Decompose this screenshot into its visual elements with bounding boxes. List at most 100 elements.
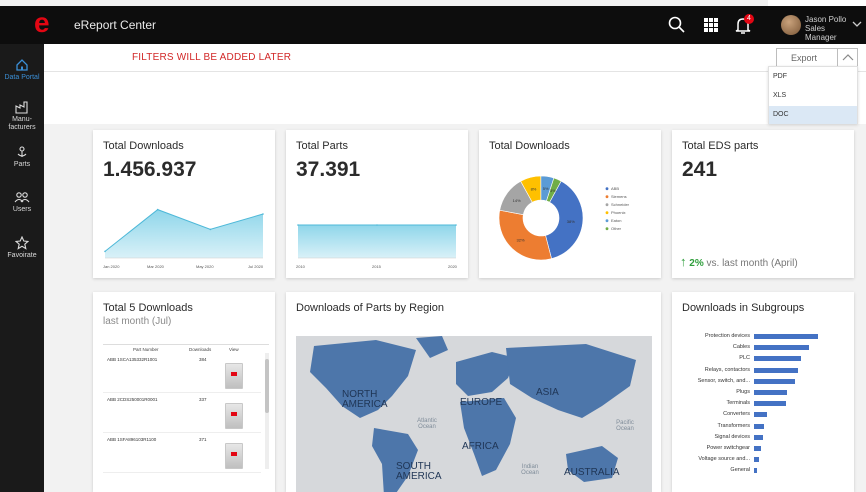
south-america-shape[interactable] (372, 428, 418, 492)
bar-category-label: Signal devices (714, 433, 750, 440)
legend-label[interactable]: Other (611, 226, 622, 231)
data-point[interactable] (297, 224, 299, 226)
apps-grid-icon[interactable] (700, 14, 722, 36)
legend-swatch (605, 227, 609, 231)
bar[interactable] (754, 345, 810, 351)
card-title: Total Parts (296, 140, 348, 152)
chevron-up-icon (842, 54, 854, 61)
chevron-down-icon[interactable] (852, 20, 862, 28)
sidebar-item-label: Parts (13, 161, 31, 168)
column-header[interactable]: View (229, 347, 239, 352)
user-name: Jason Pollo (805, 15, 847, 24)
legend-label[interactable]: Eaton (611, 218, 621, 223)
export-dropdown[interactable]: Export (776, 48, 858, 68)
data-point[interactable] (376, 224, 378, 226)
card-total-parts: Total Parts 37.391 2010 2015 2020 (286, 130, 468, 278)
sidebar: Data Portal Manu-facturers Parts Users F… (0, 44, 44, 492)
table-row[interactable]: ABB 1SFA896103R1100 371 (103, 433, 261, 473)
bar-category-label: Power switchgear (706, 445, 750, 451)
asia-shape[interactable] (506, 344, 636, 418)
area-fill (105, 209, 263, 258)
region-label: SOUTH AMERICA (396, 461, 442, 482)
bar-category-label: Sensor, switch, and... (697, 377, 750, 384)
table-row[interactable]: ABB 1SCA135332R1001 384 (103, 353, 261, 393)
region-label: ASIA (536, 387, 559, 398)
column-header[interactable]: Part Number (133, 347, 159, 352)
data-point[interactable] (209, 228, 212, 231)
bar[interactable] (754, 434, 763, 440)
part-image[interactable] (225, 363, 243, 389)
region-label: AFRICA (462, 441, 499, 452)
brand-logo[interactable]: e (34, 9, 64, 37)
africa-shape[interactable] (460, 398, 516, 476)
parts-icon (17, 146, 27, 157)
export-option-xls[interactable]: XLS (769, 87, 857, 105)
card-total-downloads: Total Downloads 1.456.937 Jan 2020 Mar 2… (93, 130, 275, 278)
pie-slice[interactable] (498, 209, 552, 261)
card-downloads-pie: Total Downloads 38% 32% 14% 8% 5% 3% ABB Siemen… (479, 130, 661, 278)
sidebar-item-parts[interactable]: Parts (0, 145, 44, 169)
export-option-pdf[interactable]: PDF (769, 68, 857, 86)
card-eds-parts: Total EDS parts 241 ↑ 2% vs. last month … (672, 130, 854, 278)
bar[interactable] (754, 446, 762, 451)
bar[interactable] (754, 423, 765, 429)
legend-label[interactable]: Siemens (611, 194, 627, 199)
bar[interactable] (754, 390, 788, 395)
bar[interactable] (754, 378, 795, 384)
data-point[interactable] (262, 213, 264, 215)
data-point[interactable] (104, 250, 106, 253)
bar-category-label: Converters (723, 411, 750, 418)
download-count: 371 (199, 437, 207, 442)
sidebar-item-users[interactable]: Users (0, 190, 44, 214)
bar[interactable] (754, 334, 818, 339)
x-tick-label: May 2020 (196, 264, 214, 269)
parts-area-chart: 2010 2015 2020 (296, 224, 458, 269)
legend-swatch (605, 195, 609, 199)
export-toggle[interactable] (837, 49, 857, 67)
part-image[interactable] (225, 443, 243, 469)
card-title: Total Downloads (489, 140, 570, 152)
part-number: ABB 1SFA896103R1100 (107, 437, 157, 442)
search-icon[interactable] (666, 14, 688, 36)
sidebar-item-manufacturers[interactable]: Manu-facturers (0, 100, 44, 132)
bar-category-label: Relays, contactors (704, 366, 750, 373)
bar[interactable] (754, 457, 760, 463)
greenland-shape[interactable] (416, 336, 448, 358)
legend-label[interactable]: Schneider (611, 202, 630, 207)
card-top5-downloads: Total 5 Downloads last month (Jul) Part … (93, 292, 275, 492)
data-point[interactable] (156, 208, 159, 211)
ocean-label: Atlantic Ocean (417, 418, 437, 430)
legend-swatch (605, 211, 609, 215)
bar-category-label: Voltage source and... (698, 456, 750, 463)
card-title: Total Downloads (103, 140, 184, 152)
bar[interactable] (754, 401, 786, 407)
column-header[interactable]: Downloads (189, 347, 211, 352)
avatar[interactable] (781, 15, 801, 35)
user-role: Sales Manager (805, 24, 837, 42)
part-image[interactable] (225, 403, 243, 429)
bar[interactable] (754, 412, 767, 418)
download-count: 337 (199, 397, 207, 402)
x-tick-label: Jul 2020 (248, 264, 264, 269)
data-point[interactable] (455, 224, 457, 226)
bar[interactable] (754, 367, 798, 373)
table-scrollbar[interactable] (265, 353, 269, 469)
bar[interactable] (754, 468, 758, 474)
bar[interactable] (754, 356, 802, 362)
slice-label: 3% (550, 188, 556, 193)
table-row[interactable]: ABB 2CDS250001R0001 337 (103, 393, 261, 433)
legend-label[interactable]: ABB (611, 186, 619, 191)
legend-label[interactable]: Phoenix (611, 210, 625, 215)
export-option-doc[interactable]: DOC (769, 106, 857, 124)
sidebar-item-data-portal[interactable]: Data Portal (0, 58, 44, 82)
sidebar-item-favorite[interactable]: Favoirate (0, 236, 44, 260)
world-map[interactable]: NORTH AMERICA EUROPE ASIA AFRICA SOUTH A… (296, 336, 652, 492)
ocean-label: Pacific Ocean (616, 420, 634, 432)
europe-shape[interactable] (456, 352, 516, 396)
user-info[interactable]: Jason Pollo Sales Manager (805, 15, 849, 42)
scrollbar-thumb[interactable] (265, 359, 269, 413)
bar-category-label: Transformers (717, 422, 751, 429)
bar-category-label: PLC (739, 355, 750, 362)
sidebar-item-label: Manu-facturers (8, 116, 36, 131)
app-root: e eReport Center 4 Jason Pollo Sales Man… (0, 0, 866, 492)
